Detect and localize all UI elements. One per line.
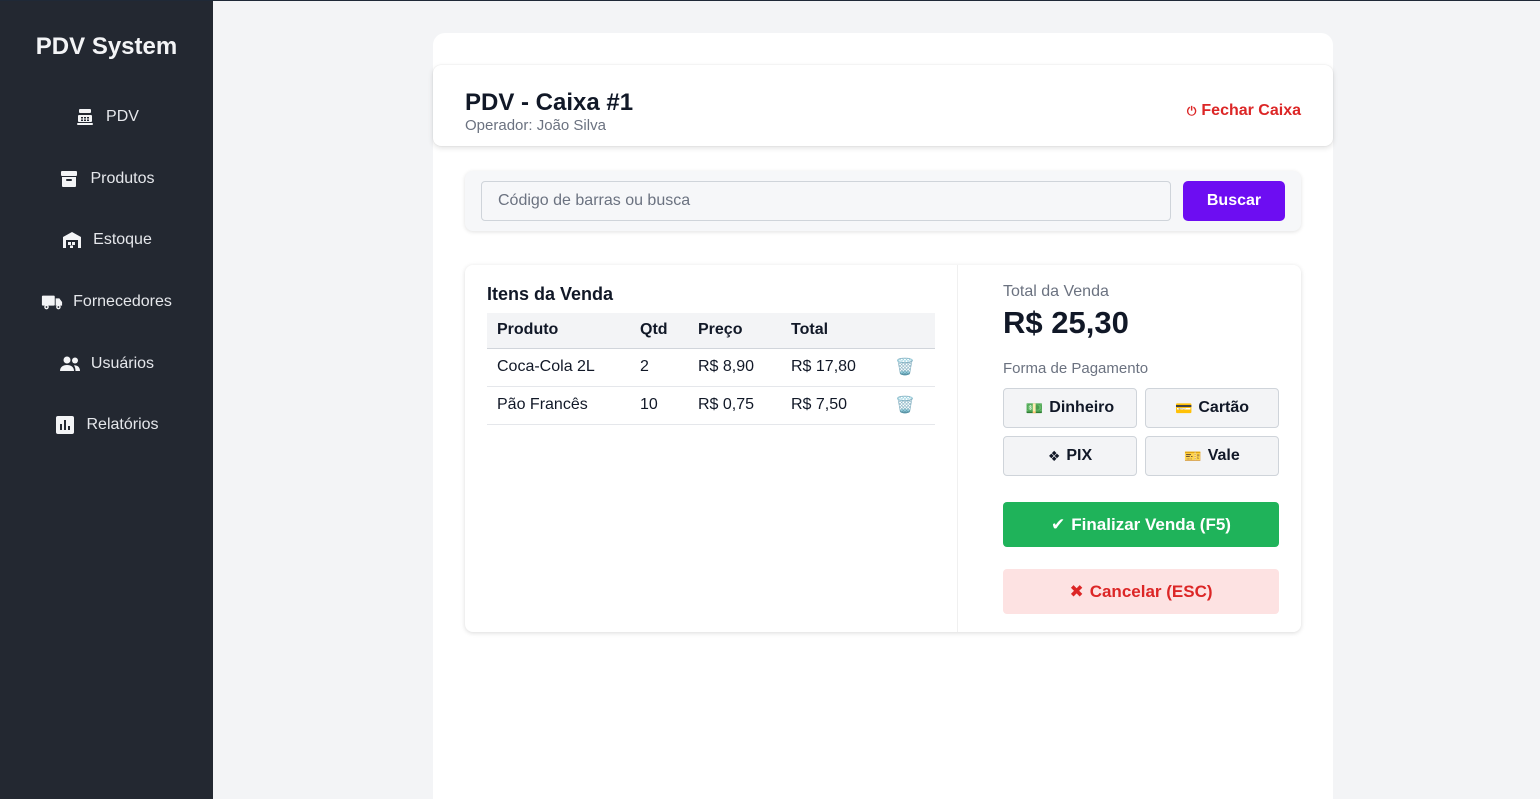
finalize-sale-button[interactable]: ✔ Finalizar Venda (F5) [1003, 502, 1279, 547]
column-divider [957, 265, 958, 632]
col-actions [885, 313, 935, 349]
cancel-sale-button[interactable]: ✖ Cancelar (ESC) [1003, 569, 1279, 614]
sidebar: PDV System PDV Produtos Estoque Forneced… [0, 1, 213, 799]
pay-card-button[interactable]: 💳 Cartão [1145, 388, 1279, 428]
cell-total: R$ 7,50 [781, 386, 885, 425]
close-register-button[interactable]: ⏻ Fechar Caixa [1187, 102, 1301, 120]
cell-product: Coca-Cola 2L [487, 348, 630, 387]
trash-icon[interactable]: 🗑️ [895, 357, 915, 377]
trash-icon[interactable]: 🗑️ [895, 395, 915, 415]
money-icon: 💵 [1025, 399, 1044, 416]
app-root: PDV System PDV Produtos Estoque Forneced… [0, 0, 1540, 799]
sidebar-item-label: Relatórios [86, 416, 159, 433]
sidebar-item-usuarios[interactable]: Usuários [0, 344, 213, 384]
sidebar-item-label: Usuários [90, 355, 155, 372]
sidebar-item-label: PDV [106, 108, 139, 125]
power-icon: ⏻ [1186, 103, 1197, 118]
sidebar-item-relatorios[interactable]: Relatórios [0, 405, 213, 445]
col-produto: Produto [487, 313, 630, 349]
box-icon [58, 170, 80, 188]
sidebar-item-label: Fornecedores [73, 293, 172, 310]
cell-actions: 🗑️ [885, 386, 935, 425]
page-title: PDV - Caixa #1 [465, 89, 634, 116]
total-value: R$ 25,30 [1003, 305, 1129, 340]
cell-actions: 🗑️ [885, 348, 935, 387]
truck-icon [41, 293, 63, 311]
sidebar-item-produtos[interactable]: Produtos [0, 159, 213, 199]
payment-column: Total da Venda R$ 25,30 Forma de Pagamen… [981, 265, 1301, 632]
search-input[interactable] [481, 181, 1171, 221]
cell-price: R$ 0,75 [688, 386, 781, 425]
table-row: Coca-Cola 2L 2 R$ 8,90 R$ 17,80 🗑️ [487, 348, 935, 387]
cell-qty: 2 [630, 348, 688, 387]
cell-product: Pão Francês [487, 386, 630, 425]
col-total: Total [781, 313, 885, 349]
sidebar-item-pdv[interactable]: PDV [0, 97, 213, 137]
cell-price: R$ 8,90 [688, 348, 781, 387]
pix-icon: ❖ [1047, 447, 1061, 464]
warehouse-icon [61, 231, 83, 249]
items-title: Itens da Venda [487, 284, 614, 304]
cell-qty: 10 [630, 386, 688, 425]
cash-register-icon [74, 108, 96, 126]
close-register-label: Fechar Caixa [1201, 102, 1301, 119]
pay-pix-label: PIX [1066, 447, 1093, 464]
pay-voucher-button[interactable]: 🎫 Vale [1145, 436, 1279, 476]
search-bar: Buscar [465, 171, 1301, 231]
table-header-row: Produto Qtd Preço Total [487, 313, 935, 349]
sidebar-item-label: Produtos [90, 170, 155, 187]
cell-total: R$ 17,80 [781, 348, 885, 387]
total-label: Total da Venda [1003, 283, 1109, 300]
brand-title: PDV System [35, 33, 178, 60]
finalize-sale-label: Finalizar Venda (F5) [1071, 514, 1231, 534]
items-table: Produto Qtd Preço Total Coca-Cola 2L 2 R… [487, 313, 935, 425]
col-preco: Preço [688, 313, 781, 349]
pay-card-label: Cartão [1198, 399, 1250, 416]
sidebar-item-fornecedores[interactable]: Fornecedores [0, 282, 213, 322]
users-icon [59, 355, 81, 373]
cross-icon: ✖ [1069, 581, 1084, 601]
pdv-header: PDV - Caixa #1 Operador: João Silva ⏻ Fe… [433, 65, 1333, 146]
pay-voucher-label: Vale [1207, 447, 1240, 464]
sale-card: Itens da Venda Produto Qtd Preço Total C… [465, 265, 1301, 632]
search-button[interactable]: Buscar [1183, 181, 1285, 221]
top-border [0, 0, 1540, 1]
cancel-sale-label: Cancelar (ESC) [1089, 581, 1213, 601]
ticket-icon: 🎫 [1184, 447, 1202, 464]
sidebar-item-label: Estoque [93, 231, 152, 248]
pay-cash-button[interactable]: 💵 Dinheiro [1003, 388, 1137, 428]
pay-pix-button[interactable]: ❖ PIX [1003, 436, 1137, 476]
col-qtd: Qtd [630, 313, 688, 349]
payment-method-label: Forma de Pagamento [1003, 360, 1149, 377]
check-icon: ✔ [1051, 514, 1066, 534]
credit-card-icon: 💳 [1174, 399, 1193, 416]
sidebar-item-estoque[interactable]: Estoque [0, 220, 213, 260]
pay-cash-label: Dinheiro [1049, 399, 1115, 416]
table-row: Pão Francês 10 R$ 0,75 R$ 7,50 🗑️ [487, 386, 935, 425]
chart-icon [54, 416, 76, 434]
operator-label: Operador: João Silva [465, 117, 606, 134]
